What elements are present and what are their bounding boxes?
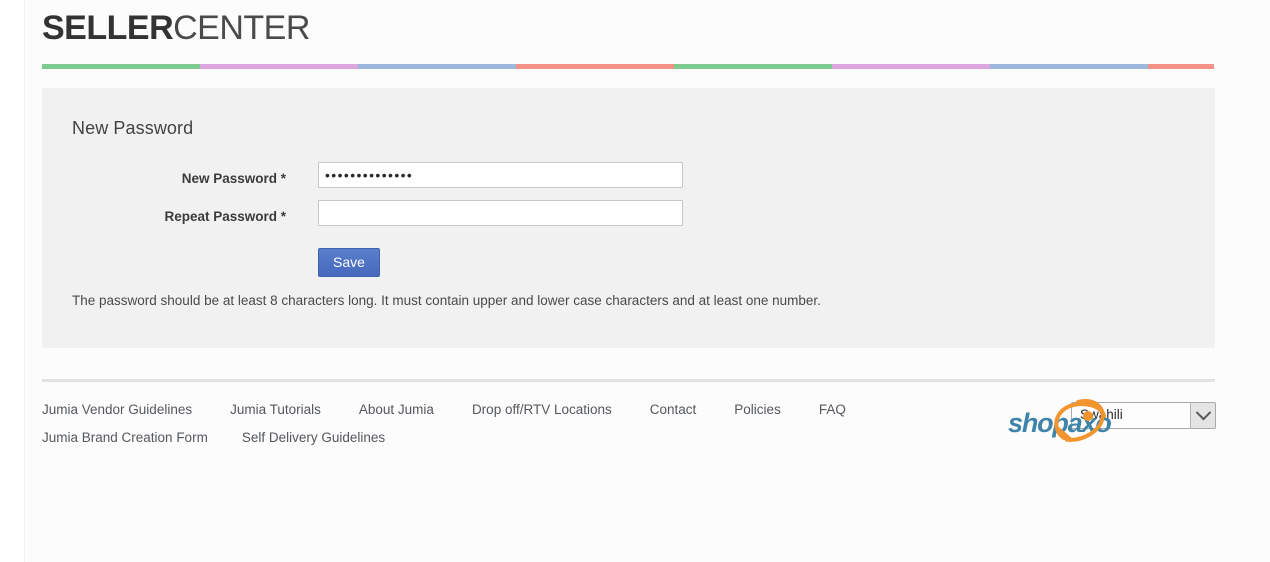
accent-bar-segment <box>200 64 358 69</box>
footer-link[interactable]: Drop off/RTV Locations <box>472 396 612 424</box>
seller-center-logo[interactable]: SELLERCENTER <box>42 0 310 56</box>
accent-color-bar <box>42 64 1214 69</box>
new-password-label: New Password * <box>181 171 286 186</box>
footer-link[interactable]: Contact <box>650 396 697 424</box>
form-actions: Save <box>318 248 380 277</box>
footer-link[interactable]: Self Delivery Guidelines <box>242 424 385 452</box>
accent-bar-segment <box>358 64 516 69</box>
new-password-form: New Password * Repeat Password * <box>42 162 1215 238</box>
logo-center-text: CENTER <box>173 9 310 47</box>
chevron-down-icon <box>1190 403 1215 428</box>
footer-link[interactable]: Policies <box>734 396 781 424</box>
accent-bar-segment <box>1148 64 1214 69</box>
accent-bar-segment <box>990 64 1148 69</box>
site-footer: Jumia Vendor Guidelines Jumia Tutorials Ab… <box>42 396 1216 452</box>
accent-bar-segment <box>42 64 200 69</box>
accent-bar-segment <box>832 64 990 69</box>
page-left-gutter <box>0 0 25 562</box>
footer-link[interactable]: About Jumia <box>359 396 434 424</box>
footer-link[interactable]: Jumia Brand Creation Form <box>42 424 208 452</box>
footer-link[interactable]: Jumia Tutorials <box>230 396 321 424</box>
shopaxo-swirl-icon <box>1054 399 1106 442</box>
page-title: New Password <box>72 118 194 138</box>
page-body: SELLERCENTER New Password New Password *… <box>26 0 1270 562</box>
footer-link[interactable]: Jumia Vendor Guidelines <box>42 396 192 424</box>
shopaxo-logo[interactable]: shopaxo <box>1006 398 1118 444</box>
save-button[interactable]: Save <box>318 248 380 277</box>
footer-link[interactable]: FAQ <box>819 396 846 424</box>
form-row-new-password: New Password * <box>42 162 1215 200</box>
accent-bar-segment <box>516 64 674 69</box>
footer-links-row-1: Jumia Vendor Guidelines Jumia Tutorials Ab… <box>42 396 1002 424</box>
new-password-panel: New Password New Password * Repeat Passw… <box>42 88 1215 348</box>
repeat-password-field-wrap <box>318 200 683 226</box>
new-password-field-wrap <box>318 162 683 188</box>
repeat-password-input[interactable] <box>318 200 683 226</box>
logo-seller-text: SELLER <box>42 9 174 47</box>
site-header: SELLERCENTER <box>42 0 310 56</box>
password-requirements-text: The password should be at least 8 charac… <box>72 293 821 308</box>
footer-right-cluster: Swahili shopaxo <box>1006 396 1216 446</box>
accent-bar-segment <box>674 64 832 69</box>
new-password-input[interactable] <box>318 162 683 188</box>
repeat-password-label: Repeat Password * <box>164 209 286 224</box>
footer-links-row-2: Jumia Brand Creation Form Self Delivery G… <box>42 424 1002 452</box>
footer-divider <box>42 379 1215 382</box>
form-row-repeat-password: Repeat Password * <box>42 200 1215 238</box>
